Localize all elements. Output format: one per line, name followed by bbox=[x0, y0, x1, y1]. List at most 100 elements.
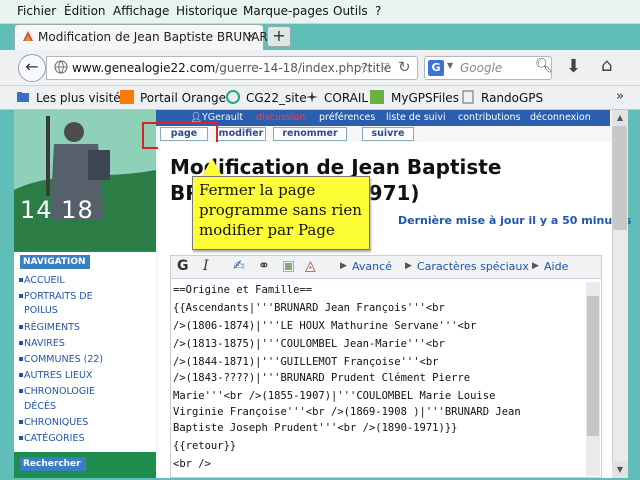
bookmark-cg22[interactable]: CG22_site bbox=[246, 91, 307, 105]
nav-link-chroniques[interactable]: CHRONIQUES bbox=[24, 416, 88, 430]
editor-line: Baptiste Joseph Prudent'''<br />(1890-19… bbox=[173, 422, 458, 434]
bookmark-star-icon[interactable]: ☆ bbox=[359, 58, 373, 77]
nav-link-portraits[interactable]: PORTRAITS DE bbox=[24, 290, 93, 304]
reload-icon[interactable]: ↻ bbox=[398, 58, 411, 76]
menu-edition[interactable]: Édition bbox=[64, 4, 106, 18]
site-favicon-icon bbox=[23, 31, 33, 41]
search-engine-dropdown-icon[interactable]: ▼ bbox=[447, 61, 453, 70]
editor-line: />(1813-1875)|'''COULOMBEL Jean-Marie'''… bbox=[173, 338, 445, 350]
editor-line: {{Ascendants|'''BRUNARD Jean François'''… bbox=[173, 302, 445, 314]
logo-text: 14 18 bbox=[20, 196, 94, 224]
tab-watch[interactable]: suivre bbox=[362, 127, 414, 141]
bookmark-randogps[interactable]: RandoGPS bbox=[481, 91, 543, 105]
nav-link-portraits-2[interactable]: POILUS bbox=[24, 304, 58, 318]
editor-line: Marie'''<br />(1855-1907)|'''COULOMBEL M… bbox=[173, 390, 496, 402]
nav-link-communes[interactable]: COMMUNES (22) bbox=[24, 353, 103, 367]
tab-edit[interactable]: modifier bbox=[216, 127, 266, 141]
discussion-link[interactable]: discussion bbox=[256, 112, 305, 123]
editor-line: ==Origine et Famille== bbox=[173, 284, 313, 296]
page-scrollbar-thumb[interactable] bbox=[613, 126, 627, 230]
nav-bullet-icon bbox=[19, 294, 23, 298]
new-tab-button[interactable]: + bbox=[267, 26, 291, 47]
soldier-illustration-icon bbox=[14, 110, 156, 250]
corail-icon bbox=[306, 91, 318, 103]
menu-fichier[interactable]: Fichier bbox=[17, 4, 56, 18]
nav-bullet-icon bbox=[19, 389, 23, 393]
bookmark-most-visited[interactable]: Les plus visités bbox=[36, 91, 127, 105]
nav-link-navires[interactable]: NAVIRES bbox=[24, 337, 65, 351]
editor-line: Virginie Françoise'''<br />(1869-1908 )|… bbox=[173, 406, 521, 418]
help-arrow-icon: ▶ bbox=[532, 261, 539, 271]
mygps-icon bbox=[370, 90, 384, 104]
editor-scrollbar-thumb[interactable] bbox=[587, 296, 599, 436]
navigation-header: NAVIGATION bbox=[20, 255, 90, 269]
editor-line: <br /> bbox=[173, 458, 211, 470]
tab-close-icon[interactable]: × bbox=[246, 29, 256, 43]
bold-icon[interactable]: G bbox=[177, 258, 189, 274]
image-icon[interactable]: ▣ bbox=[282, 258, 295, 274]
menu-affichage[interactable]: Affichage bbox=[113, 4, 169, 18]
nav-link-categories[interactable]: CATÉGORIES bbox=[24, 432, 84, 446]
editor-line: />(1844-1871)|'''GUILLEMOT Françoise'''<… bbox=[173, 356, 439, 368]
annotation-tooltip: Fermer la page programme sans rien modif… bbox=[192, 176, 370, 250]
url-text: www.genealogie22.com/guerre-14-18/index.… bbox=[72, 61, 391, 75]
advanced-arrow-icon: ▶ bbox=[340, 261, 347, 271]
last-update-link[interactable]: Dernière mise à jour il y a 50 minutes bbox=[398, 214, 631, 227]
preferences-link[interactable]: préférences bbox=[319, 112, 375, 123]
bookmark-corail[interactable]: CORAIL bbox=[324, 91, 368, 105]
italic-icon[interactable]: I bbox=[203, 258, 209, 274]
search-placeholder: Google bbox=[460, 61, 503, 75]
back-button[interactable]: ← bbox=[18, 54, 46, 82]
toolbar-advanced[interactable]: Avancé bbox=[352, 260, 392, 273]
bookmarks-overflow-icon[interactable]: » bbox=[616, 89, 624, 104]
nav-link-accueil[interactable]: ACCUEIL bbox=[24, 274, 65, 288]
home-icon[interactable]: ⌂ bbox=[601, 55, 612, 76]
bookmark-folder-icon bbox=[17, 92, 29, 102]
toolbar-special-chars[interactable]: Caractères spéciaux bbox=[417, 260, 529, 273]
toolbar-help[interactable]: Aide bbox=[544, 260, 568, 273]
tab-rename[interactable]: renommer bbox=[273, 127, 347, 141]
url-dropdown-icon[interactable]: ▽ bbox=[381, 60, 389, 73]
scroll-up-icon[interactable]: ▲ bbox=[612, 110, 628, 126]
nav-bullet-icon bbox=[19, 278, 23, 282]
orange-icon bbox=[120, 90, 134, 104]
rando-folder-icon bbox=[462, 90, 474, 104]
link-icon[interactable]: ⚭ bbox=[258, 258, 270, 274]
download-icon[interactable]: ⬇ bbox=[566, 56, 581, 77]
bookmark-portail-orange[interactable]: Portail Orange bbox=[140, 91, 226, 105]
scroll-down-icon[interactable]: ▼ bbox=[612, 462, 628, 478]
menu-historique[interactable]: Historique bbox=[176, 4, 238, 18]
menu-help[interactable]: ? bbox=[375, 4, 381, 18]
contributions-link[interactable]: contributions bbox=[458, 112, 521, 123]
tooltip-pointer bbox=[202, 158, 222, 176]
editor-line: />(1843-????)|'''BRUNARD Prudent Clément… bbox=[173, 372, 471, 384]
search-section-header: Rechercher bbox=[20, 457, 86, 471]
nav-link-autres-lieux[interactable]: AUTRES LIEUX bbox=[24, 369, 92, 383]
menu-outils[interactable]: Outils bbox=[333, 4, 368, 18]
watchlist-link[interactable]: liste de suivi bbox=[386, 112, 446, 123]
special-chars-arrow-icon: ▶ bbox=[405, 261, 412, 271]
nav-bullet-icon bbox=[19, 325, 23, 329]
nav-link-regiments[interactable]: RÉGIMENTS bbox=[24, 321, 80, 335]
back-arrow-icon: ← bbox=[25, 57, 39, 76]
search-icon[interactable]: 🔍︎ bbox=[535, 58, 553, 74]
nav-bullet-icon bbox=[19, 436, 23, 440]
cg22-icon bbox=[226, 90, 240, 104]
bookmark-mygpsfiles[interactable]: MyGPSFiles bbox=[391, 91, 459, 105]
nav-link-chronologie-2[interactable]: DÉCÈS bbox=[24, 400, 56, 414]
url-host: www.genealogie22.com bbox=[72, 61, 216, 75]
signature-icon[interactable]: ✍ bbox=[233, 258, 245, 274]
nav-bullet-icon bbox=[19, 357, 23, 361]
nav-bullet-icon bbox=[19, 341, 23, 345]
media-icon[interactable]: ◬ bbox=[305, 258, 316, 274]
page-title-line2-end: 971) bbox=[368, 181, 420, 205]
nav-link-chronologie[interactable]: CHRONOLOGIE bbox=[24, 385, 95, 399]
nav-bullet-icon bbox=[19, 373, 23, 377]
menu-marque-pages[interactable]: Marque-pages bbox=[243, 4, 329, 18]
google-icon[interactable]: G bbox=[428, 60, 444, 76]
editor-line: />(1806-1874)|'''LE HOUX Mathurine Serva… bbox=[173, 320, 477, 332]
site-logo[interactable] bbox=[14, 110, 156, 250]
logout-link[interactable]: déconnexion bbox=[530, 112, 591, 123]
globe-icon bbox=[54, 60, 68, 74]
editor-line: {{retour}} bbox=[173, 440, 237, 452]
